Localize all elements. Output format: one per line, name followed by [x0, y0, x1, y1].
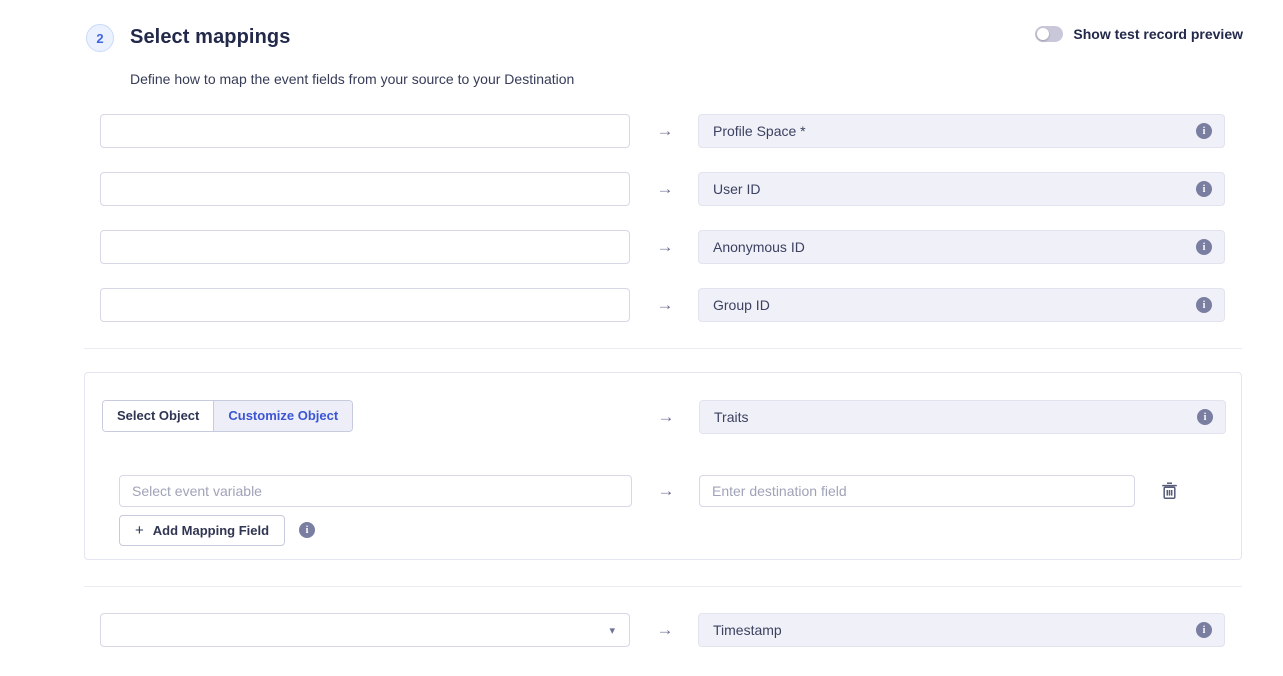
step-number-badge: 2	[86, 24, 114, 52]
info-icon[interactable]: i	[1196, 123, 1212, 139]
select-event-variable-input[interactable]	[119, 475, 632, 507]
destination-field-label: User ID	[713, 181, 760, 197]
section-divider	[84, 348, 1242, 349]
page-subtitle: Define how to map the event fields from …	[130, 71, 574, 87]
show-test-record-preview-toggle[interactable]	[1035, 26, 1063, 42]
arrow-right-icon: →	[653, 114, 677, 148]
info-icon[interactable]: i	[1196, 297, 1212, 313]
arrow-right-icon: →	[654, 475, 678, 507]
plus-icon: +	[135, 522, 144, 539]
destination-field-user-id: User ID i	[698, 172, 1225, 206]
destination-field-group-id: Group ID i	[698, 288, 1225, 322]
destination-field-label: Traits	[714, 409, 748, 425]
add-mapping-field-label: Add Mapping Field	[153, 523, 269, 538]
info-icon[interactable]: i	[1197, 409, 1213, 425]
tab-customize-object[interactable]: Customize Object	[213, 401, 352, 431]
select-mappings-page: 2 Select mappings Define how to map the …	[0, 0, 1283, 676]
delete-mapping-button[interactable]	[1157, 479, 1181, 503]
destination-field-profile-space: Profile Space * i	[698, 114, 1225, 148]
destination-field-label: Group ID	[713, 297, 770, 313]
test-record-preview-toggle-group: Show test record preview	[1035, 26, 1243, 42]
enter-destination-field-input[interactable]	[699, 475, 1135, 507]
arrow-right-icon: →	[653, 613, 677, 647]
add-mapping-field-button[interactable]: + Add Mapping Field	[119, 515, 285, 546]
destination-field-timestamp: Timestamp i	[698, 613, 1225, 647]
source-field-input-user-id[interactable]	[100, 172, 630, 206]
source-field-input-profile-space[interactable]	[100, 114, 630, 148]
info-icon[interactable]: i	[1196, 239, 1212, 255]
destination-field-label: Anonymous ID	[713, 239, 805, 255]
section-divider	[84, 586, 1242, 587]
destination-field-traits: Traits i	[699, 400, 1226, 434]
info-icon[interactable]: i	[1196, 181, 1212, 197]
destination-field-label: Timestamp	[713, 622, 782, 638]
arrow-right-icon: →	[653, 172, 677, 206]
object-mode-tab-group: Select Object Customize Object	[102, 400, 353, 432]
arrow-right-icon: →	[653, 230, 677, 264]
destination-field-anonymous-id: Anonymous ID i	[698, 230, 1225, 264]
page-title: Select mappings	[130, 26, 290, 49]
toggle-knob	[1037, 28, 1049, 40]
info-icon[interactable]: i	[1196, 622, 1212, 638]
arrow-right-icon: →	[654, 400, 678, 433]
trash-icon	[1161, 482, 1178, 500]
arrow-right-icon: →	[653, 288, 677, 322]
source-field-input-anonymous-id[interactable]	[100, 230, 630, 264]
add-mapping-info-icon[interactable]: i	[299, 522, 315, 538]
tab-select-object[interactable]: Select Object	[103, 401, 213, 431]
source-field-input-group-id[interactable]	[100, 288, 630, 322]
traits-mapping-card: Select Object Customize Object → Traits …	[84, 372, 1242, 560]
toggle-label: Show test record preview	[1073, 26, 1243, 42]
caret-down-icon: ▾	[609, 624, 615, 637]
timestamp-source-select[interactable]: ▾	[100, 613, 630, 647]
destination-field-label: Profile Space *	[713, 123, 806, 139]
